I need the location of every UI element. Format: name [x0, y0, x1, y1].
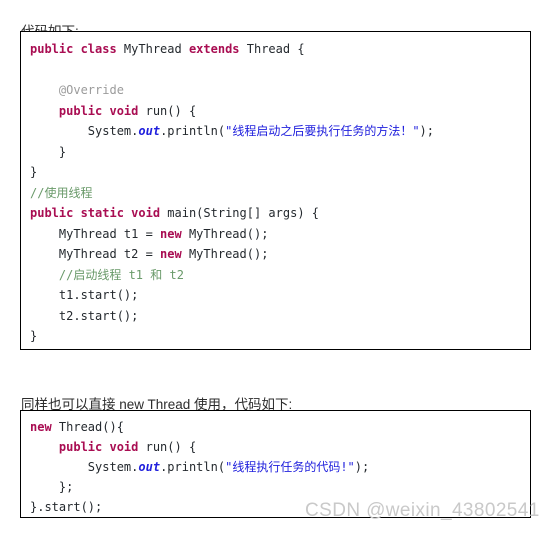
- code-block-anonymous-thread[interactable]: new Thread(){ public void run() { System…: [20, 410, 531, 518]
- code-token: "线程执行任务的代码!": [225, 460, 355, 474]
- code-token: }.start();: [30, 500, 103, 514]
- code-token: t1.start();: [30, 288, 139, 302]
- code-token: t2.start();: [30, 308, 139, 323]
- code-token: System.: [30, 460, 139, 474]
- code-line: }: [30, 162, 530, 183]
- code-line: System.out.println("线程执行任务的代码!");: [30, 457, 530, 477]
- code-token: out: [138, 460, 161, 474]
- code-token: );: [419, 124, 434, 138]
- code-line: MyThread t1 = new MyThread();: [30, 224, 530, 245]
- code-line: System.out.println("线程启动之后要执行任务的方法！");: [30, 121, 530, 142]
- code-token: MyThread: [123, 42, 189, 56]
- code-line: public void run() {: [30, 437, 530, 457]
- code-token: extends: [188, 42, 247, 56]
- code-token: }: [30, 329, 38, 343]
- code-block-mythread[interactable]: public class MyThread extends Thread { @…: [20, 31, 531, 350]
- code-token: .println(: [160, 460, 226, 474]
- code-token: .println(: [160, 124, 226, 138]
- code-token: run() {: [145, 440, 197, 454]
- code-line: //使用线程: [30, 183, 530, 204]
- code-token: MyThread t2 =: [30, 247, 161, 261]
- code-token: public static void: [30, 206, 168, 220]
- code-token: "线程启动之后要执行任务的方法！": [225, 124, 420, 138]
- code-token: @Override: [30, 83, 124, 97]
- code-token: MyThread t1 =: [30, 226, 161, 241]
- code-token: System.: [30, 124, 139, 138]
- code-line: //启动线程 t1 和 t2: [30, 265, 530, 286]
- code-line: @Override: [30, 80, 530, 101]
- code-content-2: new Thread(){ public void run() { System…: [30, 417, 530, 517]
- code-line: }: [30, 326, 530, 347]
- code-line: new Thread(){: [30, 417, 530, 437]
- code-line: }.start();: [30, 497, 530, 517]
- code-token: public void: [58, 440, 146, 454]
- code-line: }: [30, 142, 530, 163]
- code-token: Thread {: [246, 42, 305, 56]
- code-token: };: [30, 480, 74, 494]
- code-token: new: [160, 226, 189, 241]
- code-line: public void run() {: [30, 101, 530, 122]
- code-token: public class: [30, 42, 124, 56]
- code-content-1: public class MyThread extends Thread { @…: [30, 39, 530, 347]
- code-token: MyThread();: [188, 247, 269, 261]
- code-line: public class MyThread extends Thread {: [30, 39, 530, 60]
- code-line: t1.start();: [30, 285, 530, 306]
- article-page: 代码如下: public class MyThread extends Thre…: [0, 0, 550, 533]
- code-line: };: [30, 477, 530, 497]
- code-token: MyThread();: [188, 226, 269, 241]
- code-token: run() {: [145, 103, 197, 118]
- code-line: t2.start();: [30, 306, 530, 327]
- code-token: //启动线程 t1 和 t2: [30, 267, 184, 282]
- code-token: public void: [58, 103, 146, 118]
- code-token: }: [30, 144, 67, 159]
- code-token: }: [30, 165, 38, 179]
- code-token: );: [354, 460, 370, 474]
- code-line: MyThread t2 = new MyThread();: [30, 244, 530, 265]
- code-token: main(String[] args) {: [167, 206, 319, 220]
- code-token: new: [160, 247, 189, 261]
- code-token: Thread(){: [58, 420, 124, 434]
- code-token: out: [138, 124, 161, 138]
- code-token: //使用线程: [30, 185, 93, 200]
- code-token: new: [30, 420, 59, 434]
- code-line: public static void main(String[] args) {: [30, 203, 530, 224]
